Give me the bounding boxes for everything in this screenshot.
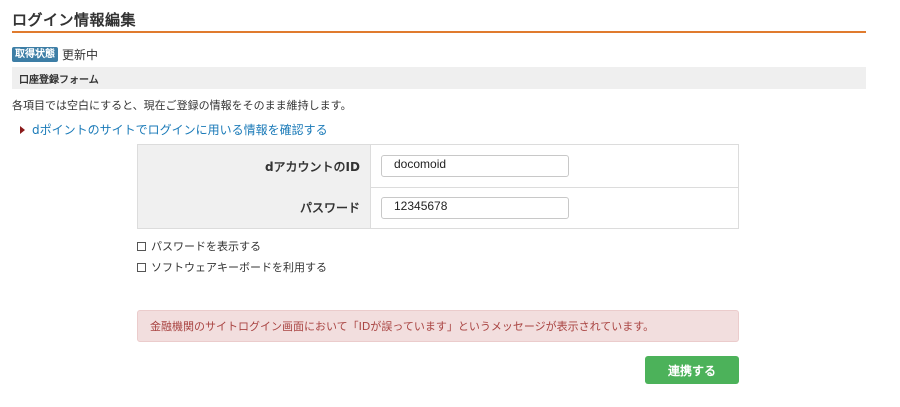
- show-password-label: パスワードを表示する: [151, 240, 261, 253]
- password-input[interactable]: [381, 197, 569, 219]
- info-link[interactable]: dポイントのサイトでログインに用いる情報を確認する: [32, 121, 328, 138]
- section-header: 口座登録フォーム: [12, 67, 866, 89]
- password-label: パスワード: [138, 187, 371, 228]
- show-password-option[interactable]: パスワードを表示する: [137, 238, 261, 254]
- status-badge: 取得状態: [12, 46, 58, 62]
- section-header-label: 口座登録フォーム: [19, 74, 99, 86]
- form-row-password: パスワード: [138, 187, 738, 228]
- instructions-text: 各項目では空白にすると、現在ご登録の情報をそのまま維持します。: [12, 99, 352, 112]
- account-id-label: dアカウントのID: [138, 145, 371, 187]
- link-account-button[interactable]: 連携する: [645, 356, 739, 384]
- form-row-account-id: dアカウントのID: [138, 145, 738, 188]
- title-divider: [12, 31, 866, 33]
- software-keyboard-checkbox[interactable]: [137, 262, 146, 272]
- error-message-box: 金融機関のサイトログイン画面において「IDが誤っています」というメッセージが表示…: [137, 310, 739, 342]
- error-message: 金融機関のサイトログイン画面において「IDが誤っています」というメッセージが表示…: [150, 320, 655, 333]
- software-keyboard-label: ソフトウェアキーボードを利用する: [151, 261, 327, 274]
- software-keyboard-option[interactable]: ソフトウェアキーボードを利用する: [137, 259, 327, 275]
- info-link-row: dポイントのサイトでログインに用いる情報を確認する: [20, 121, 328, 138]
- arrow-right-icon: [20, 125, 25, 134]
- account-id-input[interactable]: [381, 155, 569, 177]
- status-text: 更新中: [62, 47, 99, 62]
- page-title: ログイン情報編集: [12, 11, 137, 29]
- show-password-checkbox[interactable]: [137, 241, 146, 251]
- status-row: 取得状態 更新中: [12, 46, 98, 62]
- login-form-table: dアカウントのID パスワード: [137, 144, 739, 229]
